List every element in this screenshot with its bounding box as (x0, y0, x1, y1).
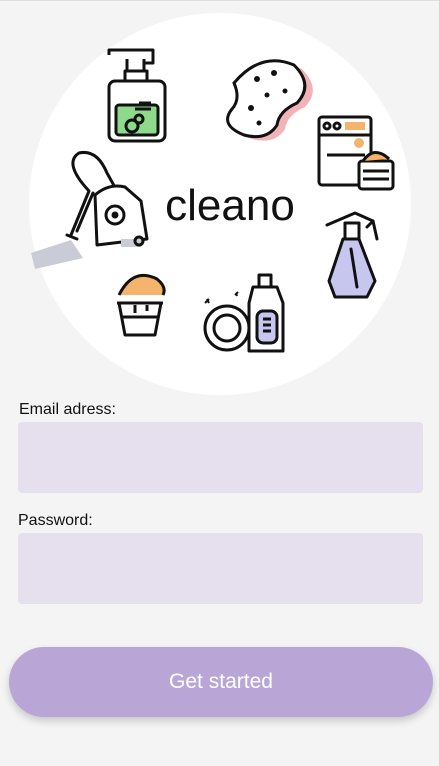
washing-machine-icon (317, 115, 395, 191)
email-label: Email adress: (19, 401, 116, 418)
hero-illustration: cleano (29, 13, 411, 395)
brand-name: cleano (165, 181, 295, 230)
password-label: Password: (18, 512, 93, 529)
soap-dispenser-icon (107, 48, 167, 143)
top-divider (0, 0, 439, 1)
get-started-button[interactable]: Get started (9, 647, 433, 717)
email-field[interactable] (18, 422, 423, 493)
bucket-icon (117, 274, 166, 337)
dish-soap-icon (203, 273, 285, 353)
sponge-icon (226, 59, 313, 141)
password-field[interactable] (18, 533, 423, 604)
